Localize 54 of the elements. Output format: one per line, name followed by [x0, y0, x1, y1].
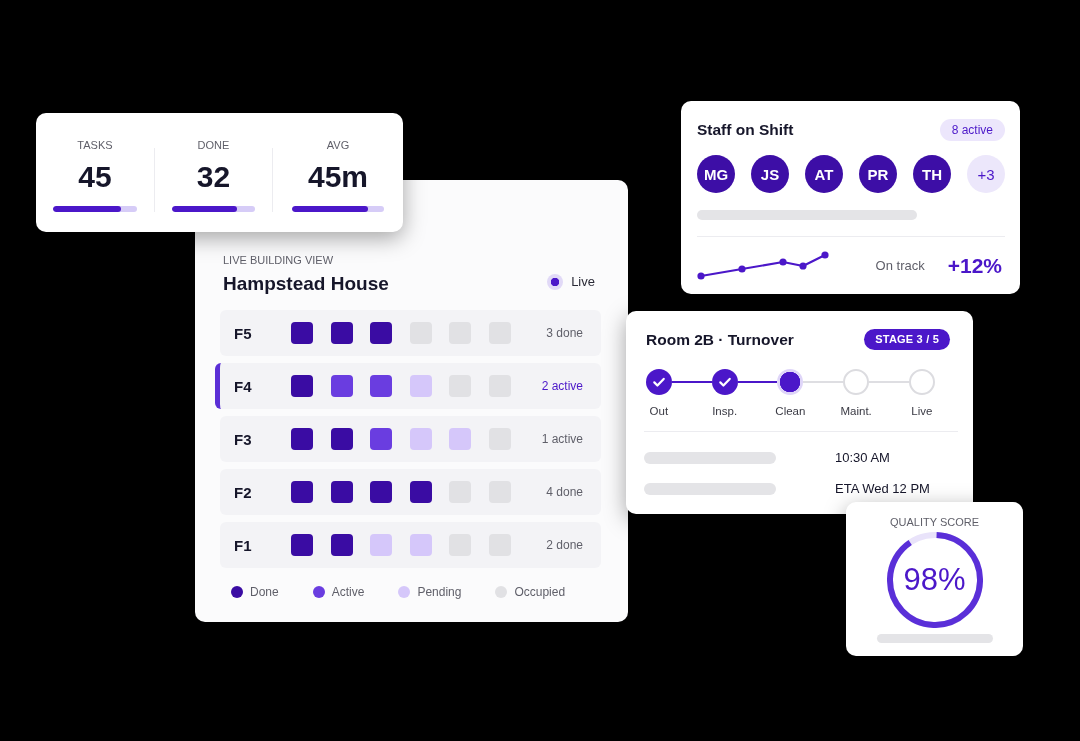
floor-row[interactable]: F3 1 active	[220, 416, 601, 462]
floor-label: F1	[234, 536, 253, 554]
floor-row[interactable]: F1 2 done	[220, 522, 601, 568]
stat-label: TASKS	[77, 138, 113, 152]
stat-value: 32	[196, 160, 231, 194]
legend-label: Active	[331, 585, 365, 599]
floor-note: 3 done	[546, 326, 583, 340]
stage-badge: STAGE 3 / 5	[864, 329, 950, 350]
score-value: 98%	[903, 562, 966, 598]
floor-note: 2 active	[541, 379, 583, 393]
floor-note: 1 active	[541, 432, 583, 446]
step-connector	[671, 381, 712, 383]
floor-label: F2	[234, 483, 253, 501]
stat-value: 45m	[307, 160, 368, 194]
time-label: ETA Wed 12 PM	[835, 482, 930, 496]
legend-label: Pending	[417, 585, 462, 599]
avatar: AT	[805, 155, 843, 193]
step-label: Insp.	[712, 404, 738, 418]
avatar: PR	[859, 155, 897, 193]
floor-label: F4	[234, 377, 253, 395]
building-title: Hampstead House	[223, 272, 389, 296]
step-label: Maint.	[840, 404, 872, 418]
live-dot-icon	[547, 273, 564, 290]
avatar: TH	[913, 155, 951, 193]
time-label: 10:30 AM	[835, 451, 890, 465]
step-label: Live	[911, 404, 933, 418]
step-connector	[803, 381, 844, 383]
status-label: On track	[875, 258, 925, 273]
section-label: LIVE BUILDING VIEW	[222, 253, 334, 267]
step-connector	[869, 381, 909, 383]
floor-row[interactable]: F5 3 done	[220, 310, 601, 356]
floor-label: F5	[234, 324, 253, 342]
step-label: Out	[649, 404, 669, 418]
overflow-badge: +3	[967, 155, 1005, 193]
card-label: QUALITY SCORE	[889, 515, 979, 529]
floor-label: F3	[234, 430, 253, 448]
legend-label: Done	[250, 585, 279, 599]
card-title: Room 2B · Turnover	[646, 330, 794, 349]
floor-row[interactable]: F2 4 done	[220, 469, 601, 515]
card-title: Staff on Shift	[697, 121, 794, 139]
floor-note: 2 done	[546, 538, 583, 552]
trend-value: +12%	[947, 253, 1002, 278]
stat-value: 45	[78, 160, 112, 194]
avatar: JS	[751, 155, 789, 193]
avatar: MG	[697, 155, 735, 193]
stat-label: DONE	[197, 138, 230, 152]
floor-note: 4 done	[546, 485, 583, 499]
live-label: Live	[571, 273, 595, 290]
floor-row[interactable]: F4 2 active	[215, 363, 601, 409]
step-connector	[737, 381, 778, 383]
stat-label: AVG	[326, 138, 350, 152]
legend-label: Occupied	[514, 585, 566, 599]
step-label: Clean	[775, 404, 806, 418]
count-badge: 8 active	[939, 119, 1005, 141]
